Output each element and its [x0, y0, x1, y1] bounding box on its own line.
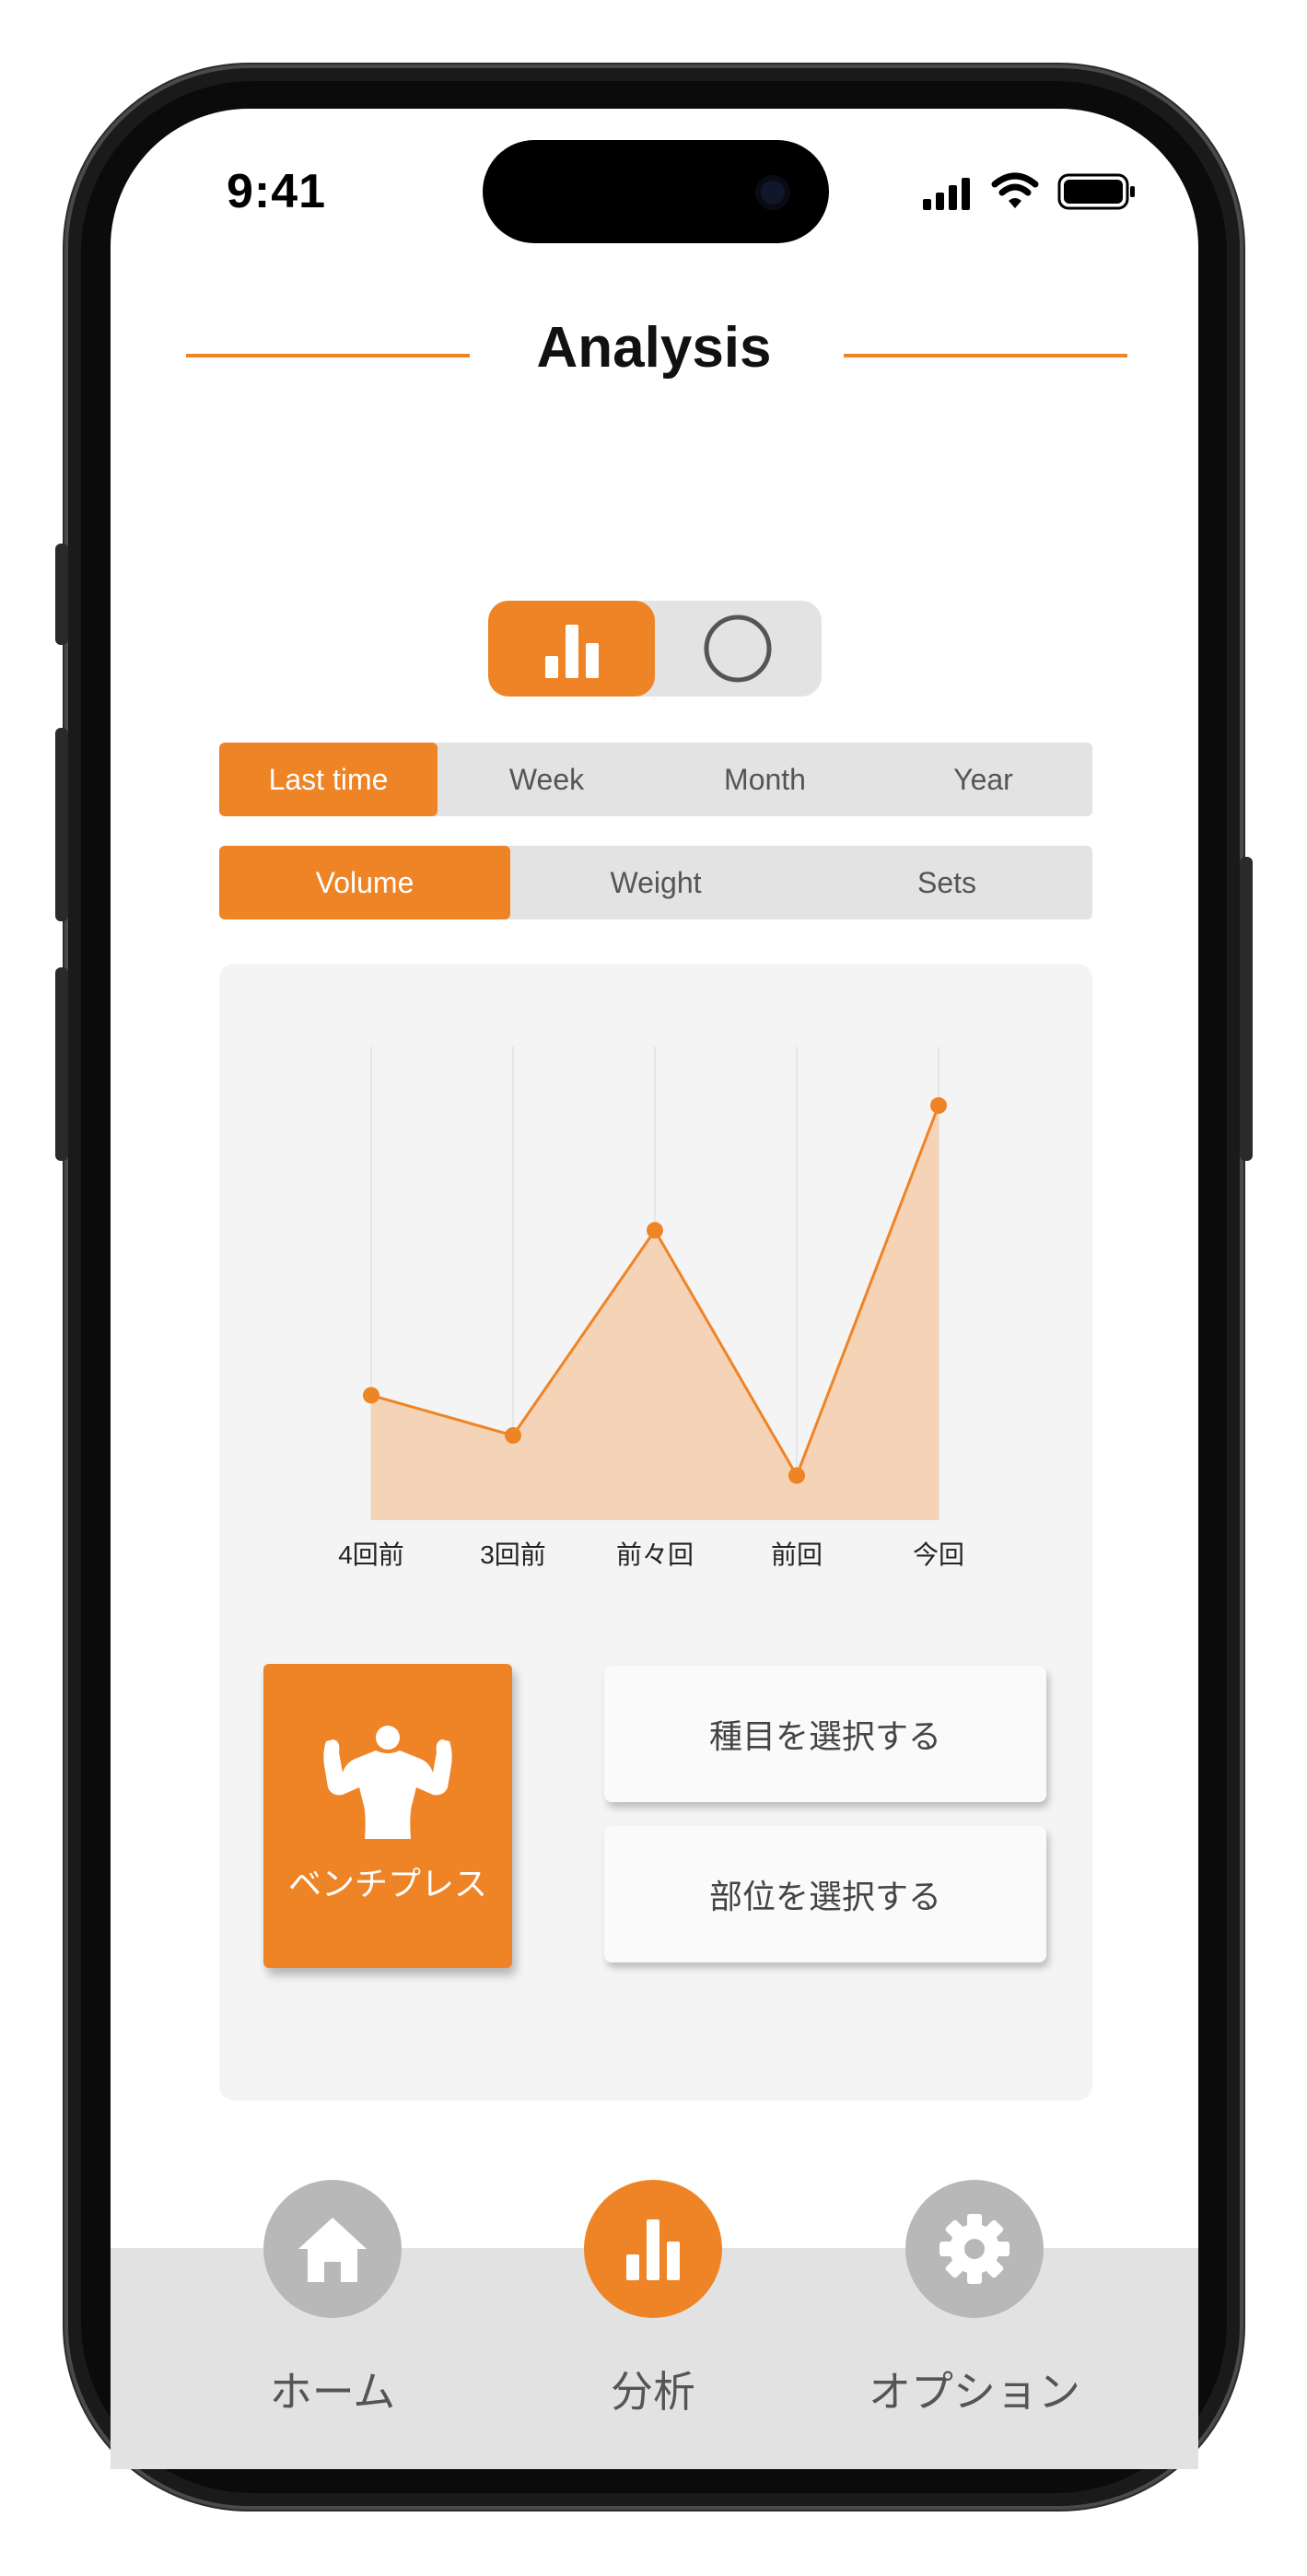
title-rule-right	[844, 354, 1127, 357]
tab-volume[interactable]: Volume	[219, 846, 510, 919]
tab-month[interactable]: Month	[656, 743, 874, 816]
chart-x-tick-label: 前回	[770, 1540, 823, 1569]
status-time: 9:41	[227, 165, 327, 218]
home-icon	[298, 2218, 367, 2282]
page-title: Analysis	[536, 316, 772, 380]
tab-home-label: ホーム	[269, 2368, 396, 2416]
tab-home-button[interactable]	[263, 2180, 402, 2318]
toggle-option-bar[interactable]	[488, 601, 655, 697]
chart-point	[647, 1222, 663, 1239]
chart-point	[788, 1467, 805, 1484]
circle-icon	[704, 615, 772, 683]
tab-analysis-label: 分析	[611, 2368, 695, 2416]
select-part-button[interactable]: 部位を選択する	[604, 1826, 1046, 1962]
flexing-man-icon	[323, 1726, 452, 1839]
tab-options-button[interactable]	[905, 2180, 1044, 2318]
view-toggle	[488, 601, 822, 697]
power-button	[1240, 857, 1253, 1161]
action-button	[55, 544, 68, 645]
volume-up-button	[55, 728, 68, 921]
bar-chart-icon	[545, 625, 599, 678]
metric-tabs: Volume Weight Sets	[219, 846, 1092, 919]
select-exercise-button[interactable]: 種目を選択する	[604, 1666, 1046, 1802]
tab-last-time[interactable]: Last time	[219, 743, 438, 816]
title-rule-left	[186, 354, 470, 357]
exercise-label: ベンチプレス	[287, 1865, 487, 1903]
tab-week[interactable]: Week	[438, 743, 656, 816]
chart-x-tick-label: 3回前	[480, 1540, 546, 1569]
chart-point	[930, 1096, 947, 1114]
bar-chart-icon	[626, 2219, 680, 2280]
chart-x-tick-label: 4回前	[338, 1540, 404, 1569]
period-tabs: Last time Week Month Year	[219, 743, 1092, 816]
gear-icon	[939, 2214, 1009, 2284]
chart-x-tick-label: 今回	[912, 1540, 964, 1569]
tab-year[interactable]: Year	[874, 743, 1092, 816]
signal-icon	[923, 178, 970, 210]
tab-analysis-button[interactable]	[584, 2180, 722, 2318]
volume-down-button	[55, 967, 68, 1161]
tab-weight[interactable]: Weight	[510, 846, 801, 919]
front-camera-icon	[755, 175, 790, 210]
chart-point	[363, 1387, 379, 1404]
battery-icon	[1057, 173, 1135, 210]
chart-x-tick-label: 前々回	[615, 1540, 694, 1569]
tab-sets[interactable]: Sets	[801, 846, 1092, 919]
toggle-option-circle[interactable]	[655, 601, 822, 697]
wifi-icon	[991, 172, 1039, 208]
chart-point	[505, 1427, 521, 1445]
volume-chart	[363, 1047, 947, 1520]
tab-options-label: オプション	[869, 2368, 1080, 2416]
